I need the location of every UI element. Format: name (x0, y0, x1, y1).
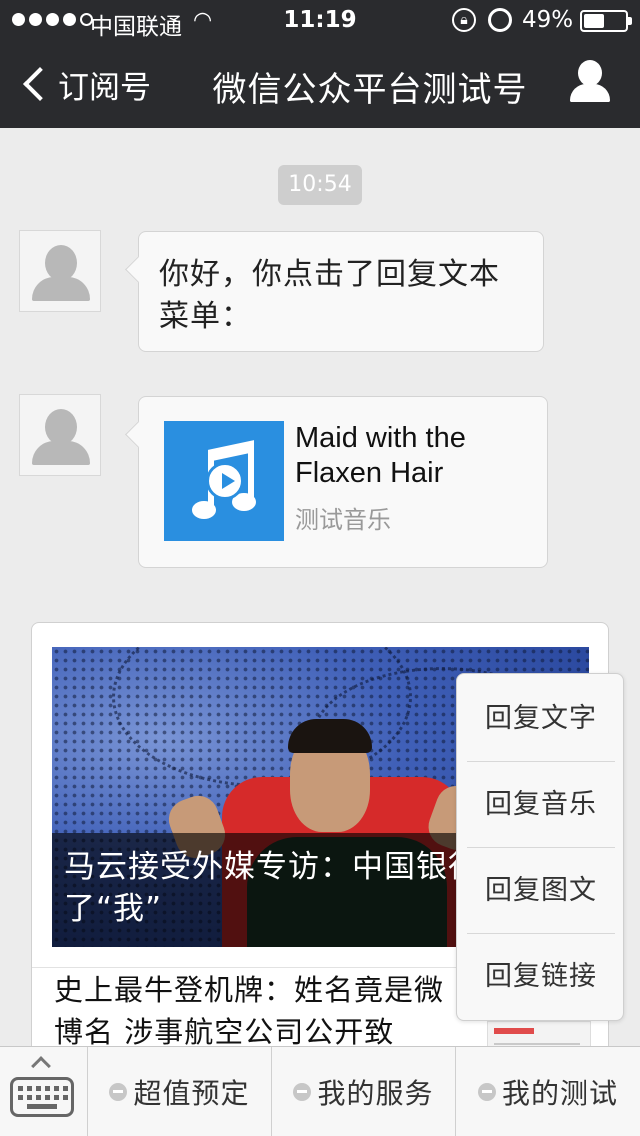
avatar-body (32, 277, 90, 301)
battery-percent: 49% (522, 7, 574, 33)
chevron-up-icon (31, 1056, 51, 1076)
menu-dot-icon (293, 1083, 312, 1101)
keyboard-toggle-button[interactable] (0, 1047, 88, 1136)
note-head (192, 501, 216, 519)
text-message-bubble[interactable]: 你好，你点击了回复文本菜单： (138, 231, 544, 352)
menu-button-label: 我的服务 (317, 1077, 434, 1110)
rotation-lock-icon: 🔒︎ (452, 8, 476, 32)
person-icon[interactable] (568, 60, 612, 104)
news-second-title[interactable]: 史上最牛登机牌：姓名竟是微博名 涉事航空公司公开致 (54, 969, 464, 1053)
menu-button-deals[interactable]: 超值预定 (88, 1047, 272, 1136)
menu-item-reply-text[interactable]: 回复文字 (467, 676, 615, 762)
music-title: Maid with the Flaxen Hair (295, 422, 466, 489)
person-icon-head (578, 60, 602, 86)
avatar-body (32, 441, 90, 465)
avatar-head (45, 245, 77, 281)
menu-item-reply-music[interactable]: 回复音乐 (467, 762, 615, 848)
menu-button-my-services[interactable]: 我的服务 (272, 1047, 456, 1136)
music-message-bubble[interactable]: Maid with the Flaxen Hair 测试音乐 (138, 396, 548, 568)
bottom-menu-bar: 超值预定 我的服务 我的测试 (0, 1046, 640, 1136)
alarm-icon (488, 8, 512, 32)
avatar-head (45, 409, 77, 445)
sender-avatar[interactable] (19, 394, 101, 476)
status-bar: 中国联通 ◠ 11:19 🔒︎ 49% (0, 0, 640, 40)
menu-item-reply-link[interactable]: 回复链接 (467, 934, 615, 1020)
keyboard-icon (10, 1077, 74, 1117)
battery-fill (584, 14, 604, 28)
sender-avatar[interactable] (19, 230, 101, 312)
menu-button-label: 我的测试 (501, 1077, 618, 1110)
page-title: 微信公众平台测试号 (212, 70, 528, 110)
menu-dot-icon (477, 1083, 496, 1101)
menu-item-reply-news[interactable]: 回复图文 (467, 848, 615, 934)
person-icon-body (570, 84, 610, 102)
note-stem (248, 445, 254, 501)
top-bar: 中国联通 ◠ 11:19 🔒︎ 49% 订阅号 微信公众平台测试号 (0, 0, 640, 128)
image-person-hair (288, 719, 372, 753)
message-timestamp: 10:54 (278, 165, 362, 205)
menu-button-label: 超值预定 (133, 1077, 250, 1110)
play-icon[interactable] (206, 462, 244, 500)
music-description: 测试音乐 (295, 506, 391, 534)
battery-icon (580, 10, 632, 32)
popup-menu: 回复文字 回复音乐 回复图文 回复链接 (456, 673, 624, 1021)
menu-dot-icon (109, 1083, 128, 1101)
menu-button-my-tests[interactable]: 我的测试 (456, 1047, 640, 1136)
music-note-play-icon[interactable] (164, 421, 284, 541)
